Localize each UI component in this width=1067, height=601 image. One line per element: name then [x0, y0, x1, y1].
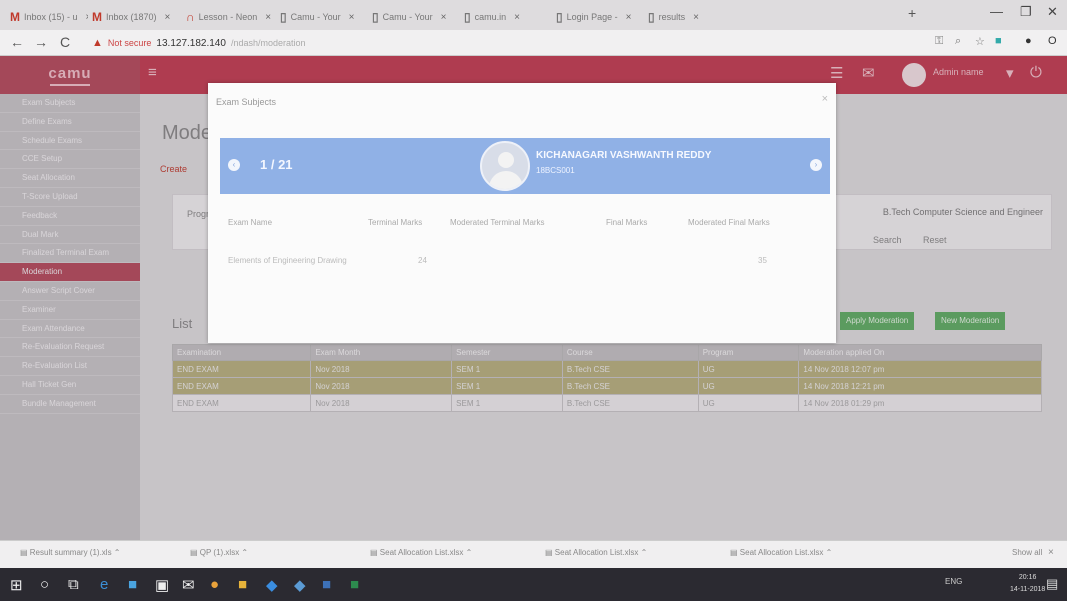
file-icon: ▤ — [190, 548, 200, 557]
word-icon[interactable]: ■ — [322, 576, 331, 593]
site-icon: ∩ — [186, 10, 195, 24]
download-item[interactable]: ▤ Seat Allocation List.xlsx ⌃ — [545, 548, 647, 557]
forward-icon[interactable]: → — [34, 34, 48, 50]
close-icon[interactable]: × — [86, 12, 88, 23]
address-bar: ← → C ▲ Not secure 13.127.182.140 /ndash… — [0, 30, 1067, 56]
app-icon[interactable]: ◆ — [294, 576, 306, 594]
modal-close-icon[interactable]: × — [822, 93, 828, 105]
download-item[interactable]: ▤ Result summary (1).xls ⌃ — [20, 548, 121, 557]
file-icon: ▤ — [20, 548, 30, 557]
page-icon: ▯ — [648, 10, 655, 24]
search-icon[interactable]: ○ — [40, 576, 49, 593]
gmail-icon: M — [10, 10, 20, 24]
download-item[interactable]: ▤ Seat Allocation List.xlsx ⌃ — [370, 548, 472, 557]
show-all-button[interactable]: Show all — [1012, 548, 1042, 557]
warning-icon: ▲ — [92, 37, 103, 49]
download-item[interactable]: ▤ Seat Allocation List.xlsx ⌃ — [730, 548, 832, 557]
close-icon[interactable]: × — [441, 12, 447, 23]
clock[interactable]: 20:16 14-11-2018 — [1010, 572, 1045, 596]
chrome-icon[interactable]: ● — [210, 576, 219, 593]
excel-icon[interactable]: ■ — [350, 576, 359, 593]
student-roll-no: 18BCS001 — [536, 166, 575, 175]
window-close-icon[interactable]: ✕ — [1047, 4, 1058, 20]
modal-title: Exam Subjects — [216, 97, 277, 107]
chevron-up-icon[interactable]: ⌃ — [239, 548, 248, 557]
student-name: KICHANAGARI VASHWANTH REDDY — [536, 150, 712, 161]
tab-gmail-2[interactable]: M Inbox (1870) × — [92, 6, 182, 28]
close-downloads-icon[interactable]: × — [1048, 547, 1054, 558]
mail-icon[interactable]: ✉ — [182, 576, 195, 594]
page-icon: ▯ — [372, 10, 379, 24]
folder-icon[interactable]: ■ — [238, 576, 247, 593]
tab-8[interactable]: ▯ results × — [648, 6, 748, 28]
reload-icon[interactable]: C — [60, 34, 70, 50]
file-explorer-icon[interactable]: ■ — [128, 576, 137, 593]
close-icon[interactable]: × — [626, 12, 632, 23]
student-counter: 1 / 21 — [260, 157, 293, 172]
profile-icon[interactable]: ● — [1025, 35, 1032, 47]
url-input[interactable]: ▲ Not secure 13.127.182.140 /ndash/moder… — [92, 33, 892, 53]
tab-7[interactable]: ▯ Login Page - × — [556, 6, 644, 28]
exam-name-cell: Elements of Engineering Drawing — [228, 256, 347, 265]
downloads-bar: ▤ Result summary (1).xls ⌃ ▤ QP (1).xlsx … — [0, 540, 1067, 568]
chevron-up-icon[interactable]: ⌃ — [638, 548, 648, 557]
search-icon[interactable]: ⌕ — [955, 35, 961, 48]
tab-5[interactable]: ▯ Camu - Your × — [372, 6, 460, 28]
file-icon: ▤ — [370, 548, 380, 557]
moderated-final-marks-cell[interactable]: 35 — [758, 256, 767, 265]
file-icon: ▤ — [730, 548, 740, 557]
student-header: ‹ 1 / 21 KICHANAGARI VASHWANTH REDDY 18B… — [220, 138, 830, 194]
close-icon[interactable]: × — [514, 12, 520, 23]
file-icon: ▤ — [545, 548, 555, 557]
col-moderated-terminal-marks: Moderated Terminal Marks — [450, 218, 545, 227]
back-icon[interactable]: ← — [10, 34, 24, 50]
page-icon: ▯ — [464, 10, 471, 24]
edge-icon[interactable]: e — [100, 576, 108, 593]
extension-icon[interactable]: ■ — [995, 35, 1002, 47]
tab-3[interactable]: ∩ Lesson - Neon × — [186, 6, 276, 28]
terminal-marks-cell[interactable]: 24 — [418, 256, 427, 265]
next-student-icon[interactable]: › — [810, 159, 822, 171]
new-tab-button[interactable]: + — [908, 5, 916, 21]
close-icon[interactable]: × — [265, 12, 271, 23]
col-terminal-marks: Terminal Marks — [368, 218, 423, 227]
page-icon: ▯ — [556, 10, 563, 24]
page-icon: ▯ — [280, 10, 287, 24]
minimize-icon[interactable]: — — [990, 4, 1003, 19]
exam-subjects-modal: Exam Subjects × ‹ 1 / 21 KICHANAGARI VAS… — [208, 83, 836, 343]
notification-icon[interactable]: ▤ — [1046, 576, 1058, 592]
close-icon[interactable]: × — [165, 12, 171, 23]
previous-student-icon[interactable]: ‹ — [228, 159, 240, 171]
chevron-up-icon[interactable]: ⌃ — [463, 548, 473, 557]
restore-icon[interactable]: ❐ — [1020, 4, 1032, 20]
tab-4[interactable]: ▯ Camu - Your × — [280, 6, 368, 28]
student-avatar — [480, 141, 530, 191]
chevron-up-icon[interactable]: ⌃ — [112, 548, 121, 557]
close-icon[interactable]: × — [693, 12, 699, 23]
star-icon[interactable]: ☆ — [975, 35, 985, 48]
col-moderated-final-marks: Moderated Final Marks — [688, 218, 770, 227]
browser-tab-bar: MInbox (15) - u× MInbox (1870)× ∩Lesson … — [0, 0, 1067, 30]
key-icon[interactable]: ⚿ — [935, 35, 943, 48]
col-final-marks: Final Marks — [606, 218, 648, 227]
gmail-icon: M — [92, 10, 102, 24]
system-tray[interactable]: ENG — [945, 577, 962, 586]
col-exam-name: Exam Name — [228, 218, 273, 227]
task-view-icon[interactable]: ⧉ — [68, 576, 79, 593]
taskbar: ⊞ ○ ⧉ e ■ ▣ ✉ ● ■ ◆ ◆ ■ ■ ENG 20:16 14-11… — [0, 568, 1067, 601]
download-item[interactable]: ▤ QP (1).xlsx ⌃ — [190, 548, 248, 557]
menu-icon[interactable]: O — [1048, 35, 1057, 47]
store-icon[interactable]: ▣ — [155, 576, 169, 594]
chevron-up-icon[interactable]: ⌃ — [823, 548, 833, 557]
app-icon[interactable]: ◆ — [266, 576, 278, 594]
close-icon[interactable]: × — [349, 12, 355, 23]
tab-6[interactable]: ▯ camu.in × — [464, 6, 552, 28]
tab-gmail-1[interactable]: MInbox (15) - u× — [10, 6, 88, 28]
windows-start-icon[interactable]: ⊞ — [10, 576, 23, 594]
